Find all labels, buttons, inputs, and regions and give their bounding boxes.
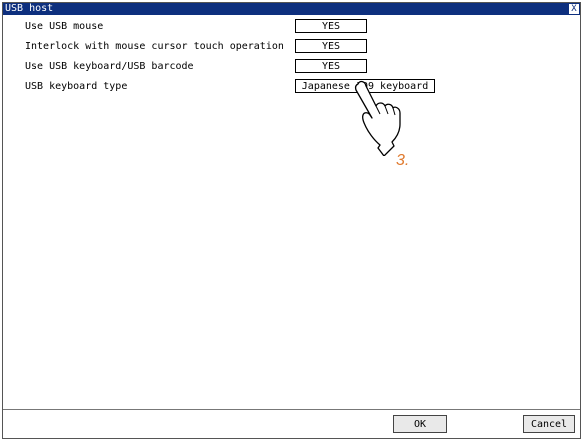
use-usb-keyboard-barcode-label: Use USB keyboard/USB barcode — [25, 61, 194, 72]
bottom-button-bar: OK Cancel — [3, 409, 580, 438]
use-usb-mouse-label: Use USB mouse — [25, 21, 104, 32]
interlock-mouse-cursor-label: Interlock with mouse cursor touch operat… — [25, 41, 284, 52]
ok-button[interactable]: OK — [393, 415, 447, 433]
title-bar: USB host X — [3, 3, 580, 15]
use-usb-keyboard-barcode-value-button[interactable]: YES — [295, 59, 367, 73]
use-usb-mouse-value-button[interactable]: YES — [295, 19, 367, 33]
usb-keyboard-type-label: USB keyboard type — [25, 81, 128, 92]
pointing-hand-icon — [354, 80, 401, 156]
window-title: USB host — [5, 3, 54, 14]
interlock-mouse-cursor-value-button[interactable]: YES — [295, 39, 367, 53]
usb-host-window: USB host X Use USB mouse YES Interlock w… — [2, 2, 581, 439]
cancel-button[interactable]: Cancel — [523, 415, 575, 433]
close-icon[interactable]: X — [569, 4, 579, 14]
step-number-label: 3. — [396, 152, 410, 169]
